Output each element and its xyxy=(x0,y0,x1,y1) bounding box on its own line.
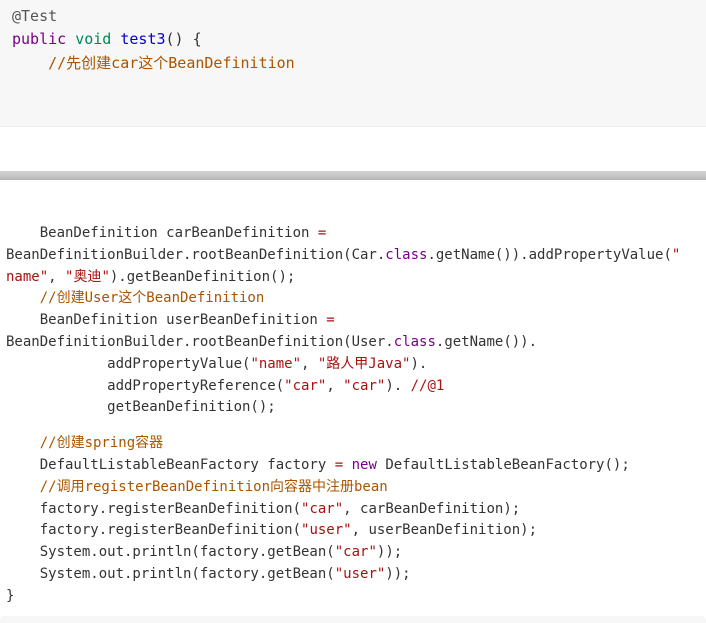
code-line: factory.registerBeanDefinition("car", ca… xyxy=(6,499,706,521)
code-token-plain: } xyxy=(6,588,14,604)
code-line: //创建User这个BeanDefinition xyxy=(6,288,706,310)
code-token-plain: , carBeanDefinition); xyxy=(343,501,520,517)
code-token-string: "car" xyxy=(284,378,326,394)
code-token-operator: = xyxy=(335,457,343,473)
code-token-comment: //创建User这个BeanDefinition xyxy=(6,290,264,306)
code-token-plain: addPropertyReference( xyxy=(6,378,284,394)
code-token-string: "user" xyxy=(335,566,386,582)
code-token-plain: factory.registerBeanDefinition( xyxy=(6,501,301,517)
code-line: //创建spring容器 xyxy=(6,433,706,455)
code-token-plain: BeanDefinition userBeanDefinition xyxy=(6,312,326,328)
code-token-type: void xyxy=(75,30,111,48)
bottom-block-edge xyxy=(0,616,706,623)
code-line: //先创建car这个BeanDefinition xyxy=(12,52,706,75)
code-token-plain: () { xyxy=(166,30,202,48)
code-line: BeanDefinitionBuilder.rootBeanDefinition… xyxy=(6,245,706,267)
code-token-meta: @Test xyxy=(12,7,57,25)
code-line xyxy=(6,419,706,433)
code-token-string: name" xyxy=(6,269,48,285)
code-token-plain: addPropertyValue( xyxy=(6,356,250,372)
code-line: addPropertyValue("name", "路人甲Java"). xyxy=(6,354,706,376)
code-token-string: "car" xyxy=(343,378,385,394)
code-token-plain: DefaultListableBeanFactory factory xyxy=(6,457,335,473)
code-token-keyword: class xyxy=(394,334,436,350)
code-token-marker: //@1 xyxy=(411,378,445,394)
code-line: addPropertyReference("car", "car"). //@1 xyxy=(6,376,706,398)
code-token-plain: factory.registerBeanDefinition( xyxy=(6,522,301,538)
code-token-string: "路人甲Java" xyxy=(318,356,411,372)
code-token-plain: )); xyxy=(385,566,410,582)
code-token-plain: )); xyxy=(377,544,402,560)
code-token-plain: ).getBeanDefinition(); xyxy=(110,269,295,285)
code-line: factory.registerBeanDefinition("user", u… xyxy=(6,520,706,542)
code-token-keyword: class xyxy=(385,247,427,263)
code-token-plain xyxy=(66,30,75,48)
code-token-keyword: public xyxy=(12,30,66,48)
code-token-plain: DefaultListableBeanFactory(); xyxy=(377,457,630,473)
code-line: getBeanDefinition(); xyxy=(6,397,706,419)
code-token-string: " xyxy=(672,247,680,263)
code-token-plain: System.out.println(factory.getBean( xyxy=(6,544,335,560)
code-token-plain: getBeanDefinition(); xyxy=(6,399,276,415)
code-line: BeanDefinitionBuilder.rootBeanDefinition… xyxy=(6,332,706,354)
code-token-operator: = xyxy=(326,312,334,328)
code-snippet-bean-definitions: BeanDefinition carBeanDefinition =BeanDe… xyxy=(0,180,706,616)
divider-bar xyxy=(0,171,706,180)
code-token-plain: .getName()). xyxy=(436,334,537,350)
code-line: name", "奥迪").getBeanDefinition(); xyxy=(6,267,706,289)
code-token-plain xyxy=(343,457,351,473)
code-line: BeanDefinition carBeanDefinition = xyxy=(6,223,706,245)
code-token-string: "name" xyxy=(250,356,301,372)
code-token-comment: //先创建car这个BeanDefinition xyxy=(12,54,295,72)
code-token-operator: = xyxy=(318,225,326,241)
code-line: DefaultListableBeanFactory factory = new… xyxy=(6,455,706,477)
code-line: @Test xyxy=(12,5,706,28)
code-token-keyword: new xyxy=(352,457,377,473)
code-token-plain: ). xyxy=(410,356,427,372)
code-token-plain: ). xyxy=(385,378,410,394)
article-code-view: @Test public void test3() { //先创建car这个Bea… xyxy=(0,0,706,623)
code-token-plain: System.out.println(factory.getBean( xyxy=(6,566,335,582)
code-line: BeanDefinition userBeanDefinition = xyxy=(6,310,706,332)
code-token-string: "user" xyxy=(301,522,352,538)
code-line: public void test3() { xyxy=(12,28,706,51)
code-token-plain: , userBeanDefinition); xyxy=(352,522,537,538)
code-token-plain: , xyxy=(48,269,65,285)
code-token-function: test3 xyxy=(120,30,165,48)
code-token-plain: , xyxy=(301,356,318,372)
code-token-plain: BeanDefinitionBuilder.rootBeanDefinition… xyxy=(6,247,385,263)
code-token-plain: .getName()).addPropertyValue( xyxy=(427,247,671,263)
code-token-plain: , xyxy=(326,378,343,394)
code-token-comment: //调用registerBeanDefinition向容器中注册bean xyxy=(6,479,388,495)
code-token-comment: //创建spring容器 xyxy=(6,435,163,451)
code-token-string: "car" xyxy=(335,544,377,560)
code-line: } xyxy=(6,586,706,608)
code-line: System.out.println(factory.getBean("car"… xyxy=(6,542,706,564)
code-token-string: "奥迪" xyxy=(65,269,110,285)
code-line: //调用registerBeanDefinition向容器中注册bean xyxy=(6,477,706,499)
code-token-plain: BeanDefinitionBuilder.rootBeanDefinition… xyxy=(6,334,394,350)
code-line: System.out.println(factory.getBean("user… xyxy=(6,564,706,586)
code-snippet-test-method: @Test public void test3() { //先创建car这个Bea… xyxy=(0,0,706,127)
code-token-plain: BeanDefinition carBeanDefinition xyxy=(6,225,318,241)
code-token-string: "car" xyxy=(301,501,343,517)
